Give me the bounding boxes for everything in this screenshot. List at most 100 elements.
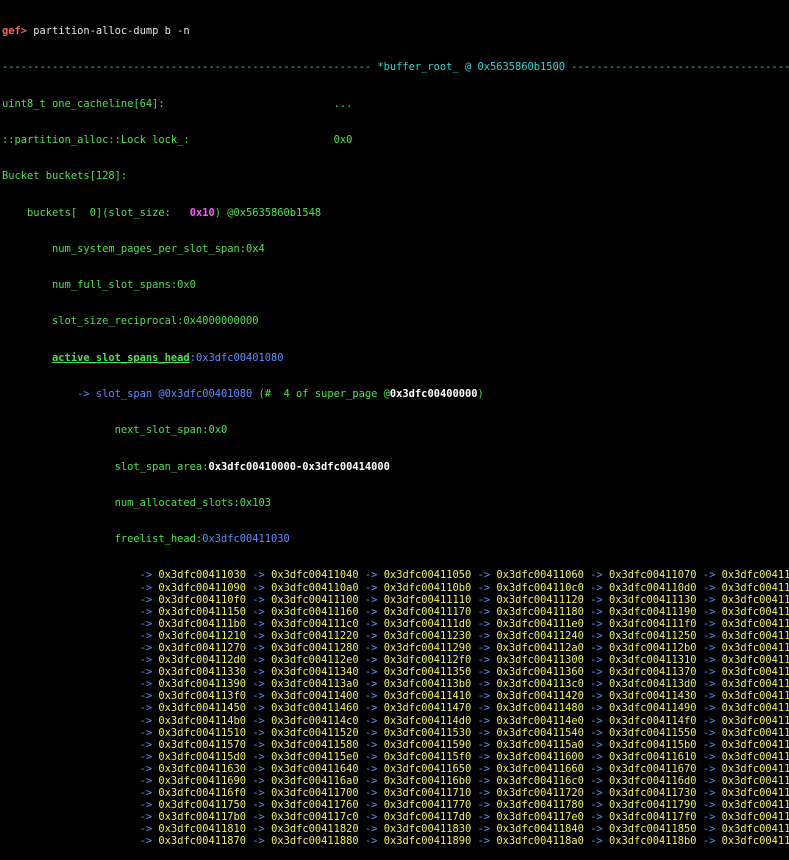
bucket-label: buckets[ 0](slot_size:: [27, 206, 171, 219]
freelist-address: 0x3dfc004112d0: [158, 654, 247, 667]
arrow-icon: ->: [364, 593, 378, 606]
freelist-address: 0x3dfc00411400: [271, 690, 359, 703]
freelist-address: 0x3dfc00411560: [721, 726, 789, 739]
freelist-address: 0x3dfc00411750: [158, 799, 247, 812]
freelist-address: 0x3dfc00411510: [158, 726, 247, 739]
arrow-icon: ->: [139, 799, 153, 812]
freelist-address: 0x3dfc004114f0: [608, 714, 697, 727]
freelist-address: 0x3dfc00411240: [496, 629, 584, 642]
arrow-icon: ->: [139, 762, 153, 775]
freelist-row: -> 0x3dfc00411510 -> 0x3dfc00411520 -> 0…: [2, 727, 789, 739]
freelist-address: 0x3dfc00411120: [496, 593, 584, 606]
freelist-address: 0x3dfc00411140: [721, 593, 789, 606]
field-text: num_full_slot_spans:0x0: [52, 279, 196, 292]
freelist-address: 0x3dfc00411360: [496, 666, 584, 679]
arrow-icon: ->: [590, 605, 603, 618]
arrow-icon: ->: [477, 787, 491, 800]
arrow-icon: ->: [590, 835, 603, 848]
field-name: Bucket buckets[128]:: [2, 170, 128, 183]
freelist-address: 0x3dfc00411180: [496, 605, 584, 618]
arrow-icon: ->: [139, 823, 153, 836]
freelist-row: -> 0x3dfc00411390 -> 0x3dfc004113a0 -> 0…: [2, 678, 789, 690]
field-one-cacheline: uint8_t one_cacheline[64]: ...: [2, 98, 789, 110]
freelist-address: 0x3dfc00411060: [496, 569, 584, 582]
freelist-address: 0x3dfc004111f0: [608, 617, 697, 630]
command-line: gef> partition-alloc-dump b -n: [2, 25, 789, 37]
arrow-icon: ->: [477, 690, 491, 703]
arrow-icon: ->: [364, 799, 378, 812]
freelist-address: 0x3dfc004113c0: [496, 678, 584, 691]
field-num-allocated-slots: num_allocated_slots:0x103: [2, 497, 789, 509]
field-text: num_system_pages_per_slot_span:0x4: [52, 242, 265, 255]
arrow-icon: ->: [252, 762, 265, 775]
freelist-address: 0x3dfc00411470: [383, 702, 472, 715]
header-dashes-left: ----------------------------------------…: [2, 61, 372, 74]
arrow-icon: ->: [477, 811, 491, 824]
freelist-row: -> 0x3dfc00411150 -> 0x3dfc00411160 -> 0…: [2, 606, 789, 618]
arrow-icon: ->: [477, 823, 491, 836]
freelist-chain: -> 0x3dfc00411030 -> 0x3dfc00411040 -> 0…: [2, 569, 789, 847]
freelist-address: 0x3dfc00411190: [608, 605, 697, 618]
arrow-icon: ->: [590, 629, 603, 642]
freelist-address: 0x3dfc00411170: [383, 605, 472, 618]
freelist-row: -> 0x3dfc00411570 -> 0x3dfc00411580 -> 0…: [2, 739, 789, 751]
arrow-icon: ->: [702, 738, 716, 751]
freelist-row: -> 0x3dfc00411450 -> 0x3dfc00411460 -> 0…: [2, 702, 789, 714]
arrow-icon: ->: [477, 593, 491, 606]
freelist-address: 0x3dfc00411050: [383, 569, 472, 582]
arrow-icon: ->: [590, 775, 603, 787]
slot-span-line: -> slot_span @0x3dfc00401080 (# 4 of sup…: [2, 388, 789, 400]
terminal-window[interactable]: gef> partition-alloc-dump b -n ---------…: [0, 0, 789, 860]
freelist-address: 0x3dfc004112a0: [496, 641, 584, 654]
freelist-address: 0x3dfc004118b0: [608, 835, 697, 848]
freelist-address: 0x3dfc00411350: [383, 666, 472, 679]
arrow-icon: ->: [477, 714, 491, 727]
freelist-address: 0x3dfc004116f0: [158, 787, 247, 800]
freelist-address: 0x3dfc00411160: [271, 605, 359, 618]
freelist-row: -> 0x3dfc004115d0 -> 0x3dfc004115e0 -> 0…: [2, 751, 789, 763]
freelist-address: 0x3dfc004114b0: [158, 714, 247, 727]
arrow-icon: ->: [702, 678, 716, 691]
freelist-address: 0x3dfc00411810: [158, 823, 247, 836]
arrow-icon: ->: [252, 678, 265, 691]
arrow-icon: ->: [139, 569, 153, 582]
freelist-row: -> 0x3dfc00411750 -> 0x3dfc00411760 -> 0…: [2, 799, 789, 811]
freelist-address: 0x3dfc00411820: [271, 823, 359, 836]
freelist-address: 0x3dfc00411780: [496, 799, 584, 812]
arrow-icon: ->: [364, 714, 378, 727]
arrow-icon: ->: [477, 654, 491, 667]
arrow-icon: ->: [252, 605, 265, 618]
freelist-address: 0x3dfc00411310: [608, 654, 697, 667]
arrow-icon: ->: [364, 569, 378, 582]
freelist-address: 0x3dfc004114c0: [271, 714, 359, 727]
arrow-icon: ->: [364, 654, 378, 667]
freelist-address: 0x3dfc00411580: [271, 738, 359, 751]
freelist-address: 0x3dfc004111a0: [721, 605, 789, 618]
freelist-row: -> 0x3dfc00411810 -> 0x3dfc00411820 -> 0…: [2, 823, 789, 835]
field-value: 0x3dfc00411030: [202, 533, 290, 546]
arrow-icon: ->: [252, 775, 265, 787]
freelist-row: -> 0x3dfc004117b0 -> 0x3dfc004117c0 -> 0…: [2, 811, 789, 823]
field-value: ...: [333, 97, 353, 110]
freelist-address: 0x3dfc00411100: [271, 593, 359, 606]
field-next-slot-span: next_slot_span:0x0: [2, 424, 789, 436]
field-value: 0x3dfc00410000-0x3dfc00414000: [208, 460, 390, 473]
field-value: 0x0: [333, 134, 353, 147]
freelist-address: 0x3dfc00411340: [271, 666, 359, 679]
freelist-address: 0x3dfc00411660: [496, 762, 584, 775]
freelist-address: 0x3dfc004112e0: [271, 654, 359, 667]
arrow-icon: ->: [590, 799, 603, 812]
freelist-address: 0x3dfc00411570: [158, 738, 247, 751]
arrow-icon: ->: [139, 581, 153, 594]
arrow-icon: ->: [364, 823, 378, 836]
freelist-row: -> 0x3dfc00411090 -> 0x3dfc004110a0 -> 0…: [2, 582, 789, 594]
arrow-icon: ->: [702, 581, 716, 594]
arrow-icon: ->: [702, 605, 716, 618]
freelist-address: 0x3dfc00411080: [721, 569, 789, 582]
arrow-icon: ->: [364, 581, 378, 594]
freelist-address: 0x3dfc004116b0: [383, 775, 472, 787]
freelist-address: 0x3dfc00411260: [721, 629, 789, 642]
arrow-icon: ->: [139, 811, 153, 824]
arrow-icon: ->: [477, 775, 491, 787]
slot-span-info: (# 4 of super_page @: [252, 388, 390, 400]
